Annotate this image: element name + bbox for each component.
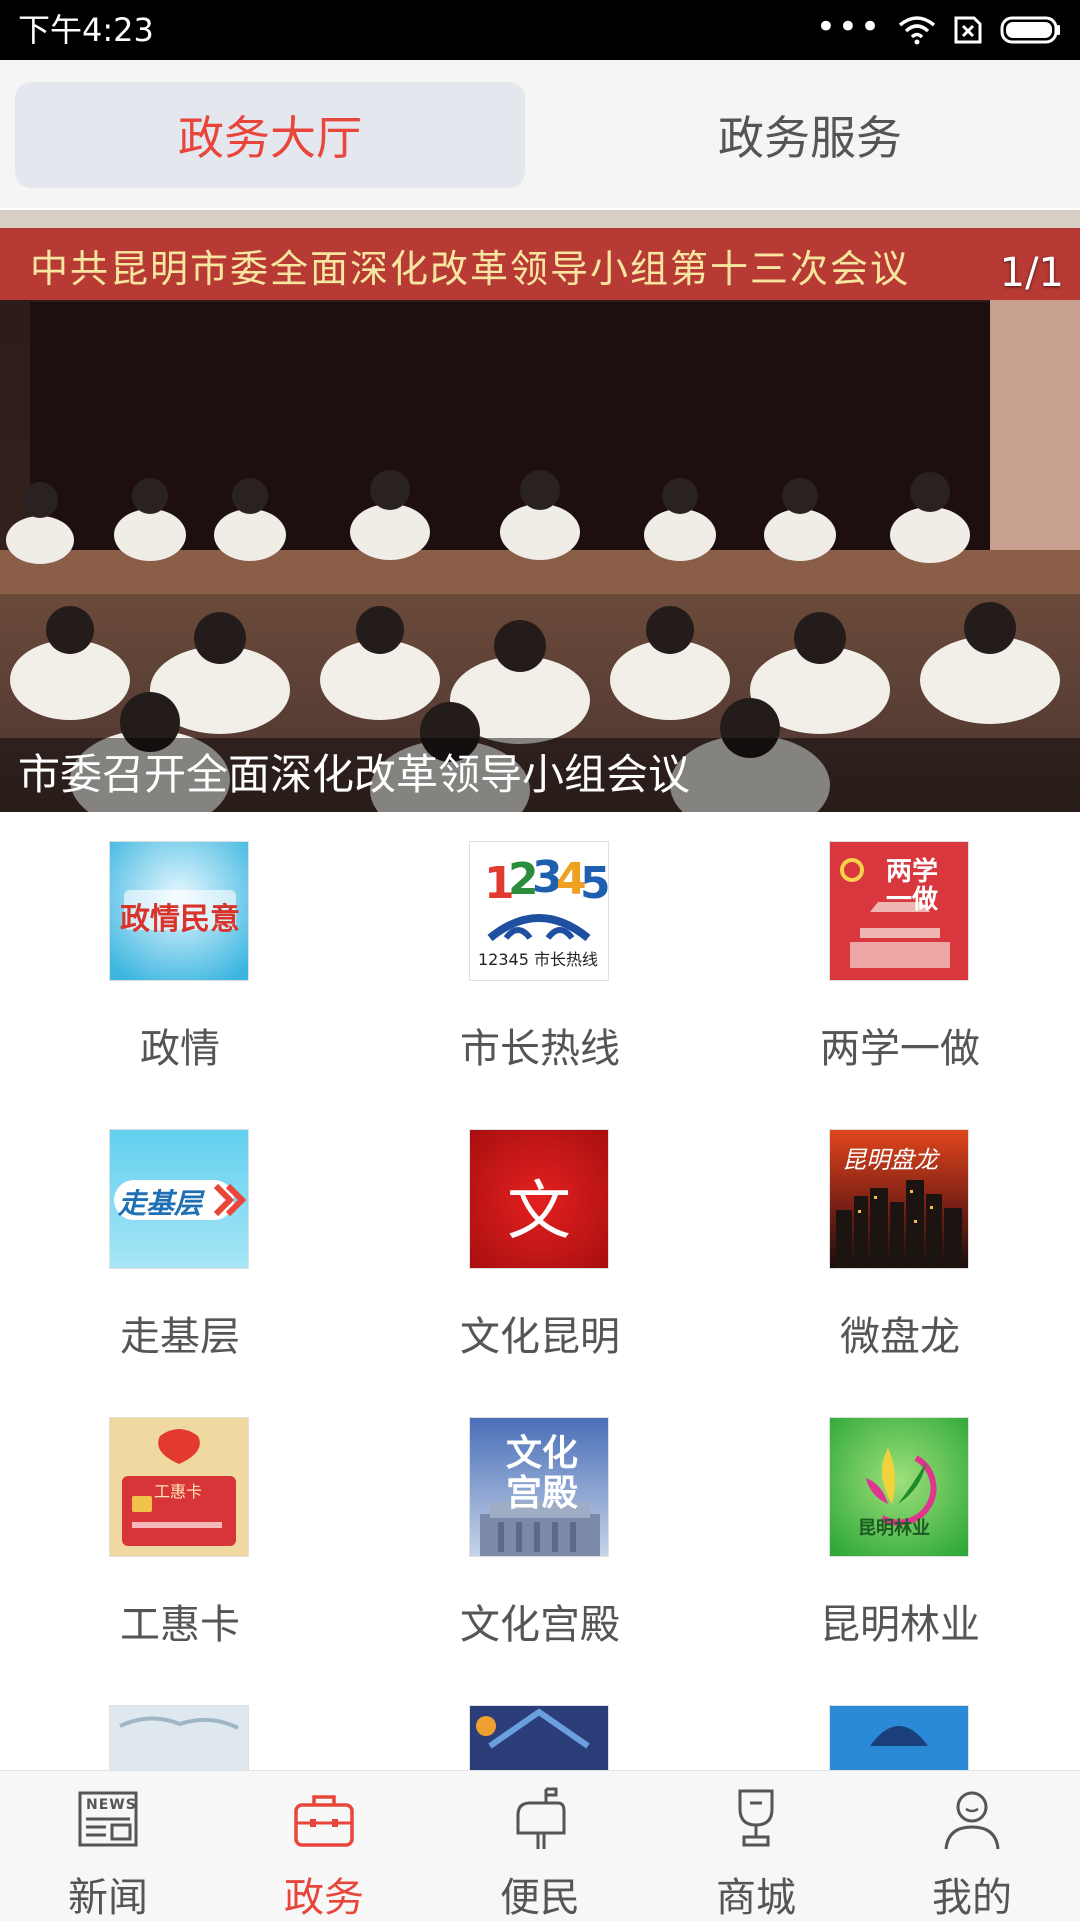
grid-item-culture-kunming[interactable]: 文 文化昆明 — [360, 1100, 720, 1388]
grid-item-liangxue-yizuo[interactable]: 两学一做 两学一做 — [720, 812, 1080, 1100]
nav-item-zhengwu[interactable]: 政务 — [216, 1771, 432, 1921]
grid-item-partial-2[interactable] — [360, 1676, 720, 1770]
hotline-icon-text: 12345 市长热线 — [478, 950, 598, 969]
nav-label: 商城 — [716, 1875, 796, 1921]
grid-label: 政情 — [140, 1026, 220, 1072]
grid-label: 走基层 — [120, 1314, 240, 1360]
svg-text:5: 5 — [580, 858, 608, 909]
gonghui-card-icon: 工惠卡 — [110, 1418, 248, 1556]
service-grid: 政情民意 政情 1 2 3 4 5 12345 市长热线 市长热线 两学一做 两… — [0, 812, 1080, 1770]
user-icon — [940, 1785, 1004, 1853]
status-time: 下午4:23 — [18, 11, 154, 49]
grid-item-kunming-forestry[interactable]: 昆明林业 昆明林业 — [720, 1388, 1080, 1676]
mayor-hotline-icon: 1 2 3 4 5 12345 市长热线 — [470, 842, 608, 980]
battery-icon — [1000, 15, 1062, 45]
grid-item-culture-palace[interactable]: 文化宫殿 文化宫殿 — [360, 1388, 720, 1676]
gonghui-icon-text: 工惠卡 — [154, 1482, 203, 1501]
news-icon-text: NEWS — [86, 1797, 137, 1813]
nav-item-news[interactable]: NEWS 新闻 — [0, 1771, 216, 1921]
grid-item-mayor-hotline[interactable]: 1 2 3 4 5 12345 市长热线 市长热线 — [360, 812, 720, 1100]
nav-label: 政务 — [284, 1875, 364, 1921]
grid-label: 文化昆明 — [460, 1314, 620, 1360]
grid-label: 工惠卡 — [120, 1602, 240, 1648]
nav-label: 便民 — [500, 1875, 580, 1921]
forestry-icon-text: 昆明林业 — [858, 1518, 930, 1539]
grid-item-zou-jiceng[interactable]: 走基层 走基层 — [0, 1100, 360, 1388]
grid-item-zhengqing[interactable]: 政情民意 政情 — [0, 812, 360, 1100]
kunming-forestry-icon: 昆明林业 — [830, 1418, 968, 1556]
zhengqing-icon-text: 政情民意 — [120, 902, 240, 937]
banner-caption: 市委召开全面深化改革领导小组会议 — [0, 738, 1080, 812]
grid-item-gonghui-card[interactable]: 工惠卡 工惠卡 — [0, 1388, 360, 1676]
grid-item-partial-3[interactable] — [720, 1676, 1080, 1770]
nav-item-wode[interactable]: 我的 — [864, 1771, 1080, 1921]
nav-item-shangcheng[interactable]: 商城 — [648, 1771, 864, 1921]
wei-panlong-icon: 昆明盘龙 — [830, 1130, 968, 1268]
status-bar: 下午4:23 ••• — [0, 0, 1080, 60]
top-tab-bar: 政务大厅 政务服务 — [0, 60, 1080, 208]
grid-label: 微盘龙 — [840, 1314, 960, 1360]
tab-zhengwu-fuwu[interactable]: 政务服务 — [555, 82, 1065, 188]
panlong-icon-text: 昆明盘龙 — [842, 1146, 938, 1174]
mailbox-icon — [508, 1785, 572, 1853]
news-banner[interactable]: 中共昆明市委全面深化改革领导小组第十三次会议 1/1 市委召开全面深化改革领导小… — [0, 210, 1080, 812]
grid-label: 两学一做 — [820, 1026, 980, 1072]
zhengqing-minyi-icon: 政情民意 — [110, 842, 248, 980]
culture-icon-text: 文 — [507, 1175, 571, 1249]
more-dots-icon: ••• — [815, 7, 882, 47]
zou-jiceng-icon: 走基层 — [110, 1130, 248, 1268]
banner-sign-text: 中共昆明市委全面深化改革领导小组第十三次会议 — [30, 247, 911, 291]
nav-item-bianmin[interactable]: 便民 — [432, 1771, 648, 1921]
grid-item-wei-panlong[interactable]: 昆明盘龙 微盘龙 — [720, 1100, 1080, 1388]
banner-page-counter: 1/1 — [999, 250, 1064, 296]
briefcase-icon — [292, 1785, 356, 1853]
building-photo-icon — [470, 1706, 608, 1770]
news-icon: NEWS — [76, 1785, 140, 1853]
nav-label: 新闻 — [68, 1875, 148, 1921]
grid-label: 昆明林业 — [820, 1602, 980, 1648]
no-sim-icon — [952, 15, 984, 45]
liangxue-icon-text: 两学一做 — [886, 857, 939, 915]
palace-icon-text: 文化宫殿 — [505, 1433, 578, 1514]
liangxue-yizuo-icon: 两学一做 — [830, 842, 968, 980]
bottom-nav: NEWS 新闻 政务 便民 商城 我的 — [0, 1770, 1080, 1921]
banner-photo — [0, 210, 1080, 812]
wifi-icon — [898, 15, 936, 45]
tab-zhengwu-dating[interactable]: 政务大厅 — [15, 82, 525, 188]
grid-label: 市长热线 — [460, 1026, 620, 1072]
world-map-icon — [110, 1706, 248, 1770]
nav-label: 我的 — [932, 1875, 1012, 1921]
culture-kunming-icon: 文 — [470, 1130, 608, 1268]
status-icons: ••• — [815, 7, 1062, 48]
culture-palace-icon: 文化宫殿 — [470, 1418, 608, 1556]
jiceng-icon-text: 走基层 — [118, 1187, 203, 1220]
grid-item-partial-1[interactable] — [0, 1676, 360, 1770]
grid-label: 文化宫殿 — [460, 1602, 620, 1648]
badge-emblem-icon — [830, 1706, 968, 1770]
trophy-icon — [724, 1785, 788, 1853]
